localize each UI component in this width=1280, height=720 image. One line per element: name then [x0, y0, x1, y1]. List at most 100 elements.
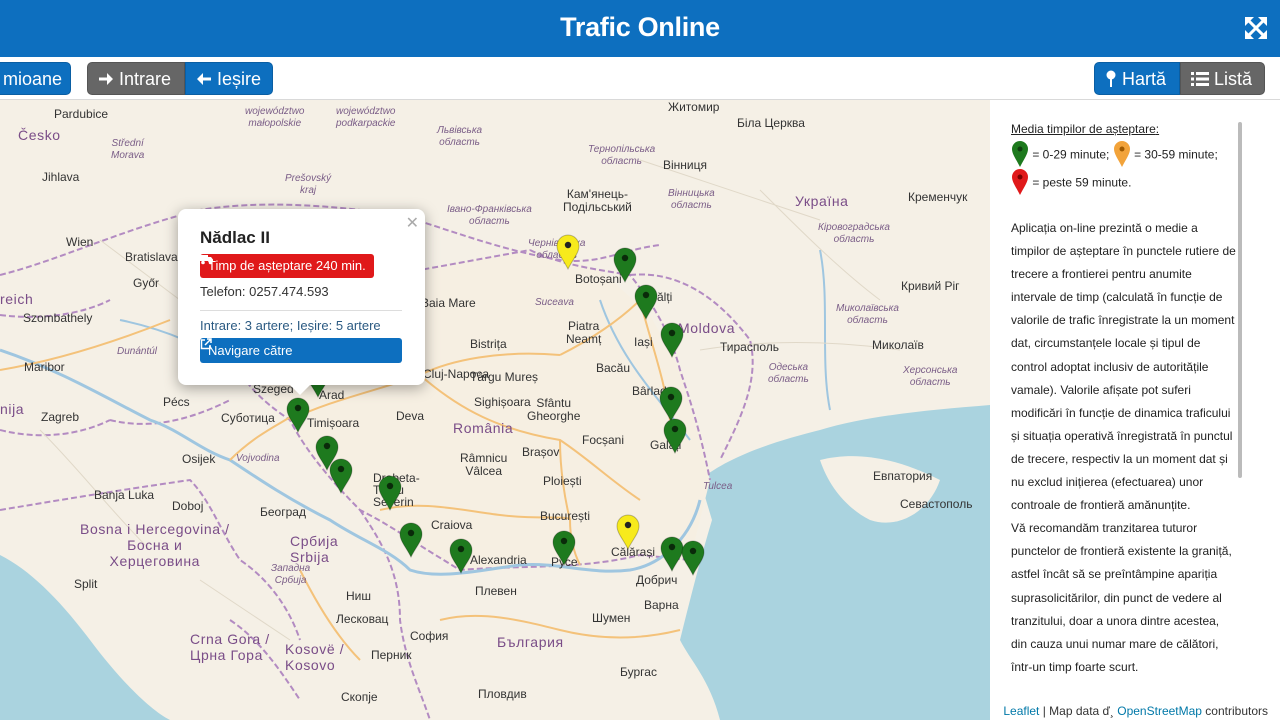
city-iasi: Iași: [634, 335, 653, 349]
city-ramnicu-valcea: Râmnicu Vâlcea: [460, 451, 508, 478]
navigate-label: Navigare către: [208, 343, 293, 358]
city-szombathely: Szombathely: [23, 311, 93, 325]
legend-red-label: = peste 59 minute.: [1032, 175, 1132, 190]
leaflet-link[interactable]: Leaflet: [1003, 704, 1039, 718]
pin-albita[interactable]: [658, 386, 684, 422]
info-paragraph-1: Aplicația on-line prezintă o medie a tim…: [1011, 221, 1236, 513]
external-link-icon: [200, 338, 212, 350]
legend-row-green-orange: = 0-29 minute; = 30-59 minute;: [1011, 140, 1218, 171]
region-podkarpackie: województwo podkarpackie: [336, 106, 396, 129]
city-piatra-neamt: Piatra Neamț: [566, 319, 602, 346]
city-subotica: Суботица: [221, 411, 275, 425]
iesire-label: Ieșire: [217, 69, 262, 89]
pin-sculeni[interactable]: [659, 322, 685, 358]
city-brasov: Brașov: [522, 445, 560, 459]
fullscreen-icon[interactable]: [1244, 16, 1268, 40]
city-pernik: Перник: [371, 648, 412, 662]
info-panel: Media timpilor de așteptare: = 0-29 minu…: [990, 100, 1280, 720]
pin-negru-voda[interactable]: [680, 540, 706, 576]
region-zapadna: Западна Србија: [271, 563, 311, 586]
country-montenegro: Crna Gora / Црна Гора: [190, 631, 270, 663]
map[interactable]: Житомир Біла Церква Вінниця Кам'янець- П…: [0, 100, 990, 720]
city-ploiesti: Ploiești: [543, 474, 582, 488]
toolbar: mioane Intrare Ieșire Hartă Listă: [0, 57, 1280, 102]
arrow-right-icon: [99, 73, 113, 85]
city-varna: Варна: [644, 598, 679, 612]
city-deva: Deva: [396, 409, 425, 423]
region-presov: Prešovský kraj: [285, 173, 332, 196]
pin-naidas[interactable]: [328, 458, 354, 494]
lista-label: Listă: [1214, 69, 1253, 89]
region-khersonska: Херсонська область: [903, 365, 958, 388]
city-cluj: Cluj-Napoca: [423, 367, 490, 381]
pin-galati[interactable]: [662, 418, 688, 454]
city-nish: Ниш: [346, 589, 371, 603]
city-beograd: Београд: [260, 505, 306, 519]
city-osijek: Osijek: [182, 452, 216, 466]
city-shumen: Шумен: [592, 611, 631, 625]
navigate-button[interactable]: Navigare către: [200, 338, 402, 363]
city-bistrita: Bistrița: [470, 337, 507, 351]
pin-stanca[interactable]: [633, 284, 659, 320]
region-ternopil: Тернопільська область: [588, 144, 656, 167]
city-bila-tserkva: Біла Церква: [737, 116, 805, 130]
contributors-text: contributors: [1201, 704, 1268, 718]
lista-button[interactable]: Listă: [1180, 62, 1265, 95]
wait-time-badge: Timp de așteptare 240 min.: [200, 254, 374, 278]
app-title: Trafic Online: [560, 12, 720, 42]
osm-link[interactable]: OpenStreetMap: [1117, 704, 1202, 718]
region-ivano: Івано-Франківська область: [447, 204, 532, 227]
scrollbar[interactable]: [1238, 122, 1242, 478]
red-pin-icon: [1011, 168, 1029, 199]
country-cesko: Česko: [18, 127, 61, 143]
app-header: Trafic Online: [0, 0, 1280, 57]
orange-pin-icon: [1113, 140, 1131, 171]
city-mykolaiv: Миколаїв: [872, 338, 924, 352]
camioane-button[interactable]: mioane: [0, 62, 71, 95]
country-romania: România: [453, 420, 514, 436]
city-zhytomyr: Житомир: [668, 100, 720, 114]
city-vinnytsia: Вінниця: [663, 158, 707, 172]
city-kamianets: Кам'янець- Подільський: [563, 187, 632, 214]
region-dunantul: Dunántúl: [117, 346, 158, 357]
pin-calafat[interactable]: [398, 522, 424, 558]
region-malopolskie: województwo małopolskie: [245, 106, 305, 129]
camioane-label: mioane: [3, 69, 63, 89]
city-jihlava: Jihlava: [42, 170, 80, 184]
city-tiraspol: Тирасполь: [720, 340, 780, 354]
city-tulcea: Tulcea: [703, 481, 733, 492]
city-timisoara: Timișoara: [307, 416, 360, 430]
pin-giurgiu[interactable]: [551, 530, 577, 566]
city-wien: Wien: [66, 235, 94, 249]
pin-cenad[interactable]: [285, 397, 311, 433]
map-data-text: | Map data ď¸: [1039, 704, 1118, 718]
iesire-button[interactable]: Ieșire: [185, 62, 273, 95]
city-banja-luka: Banja Luka: [94, 488, 155, 502]
region-vinnytska: Вінницька область: [668, 188, 715, 211]
legend-row-red: = peste 59 minute.: [1011, 168, 1131, 199]
city-split: Split: [74, 577, 98, 591]
city-bucuresti: București: [540, 509, 591, 523]
harta-button[interactable]: Hartă: [1094, 62, 1180, 95]
pin-vicovu[interactable]: [555, 234, 581, 270]
city-baia-mare: Baia Mare: [421, 296, 476, 310]
phone-number: Telefon: 0257.474.593: [200, 284, 329, 299]
pin-turnu-magurele[interactable]: [448, 538, 474, 574]
intrare-button[interactable]: Intrare: [87, 62, 185, 95]
pin-portile-de-fier[interactable]: [377, 475, 403, 511]
intrare-label: Intrare: [119, 69, 172, 89]
country-reich: reich: [0, 291, 34, 307]
pin-siret[interactable]: [612, 247, 638, 283]
city-sighisoara: Sighișoara: [474, 395, 531, 409]
city-plovdiv: Пловдив: [478, 687, 527, 701]
city-dobrich: Добрич: [636, 573, 678, 587]
region-kirovohrad: Кіровоградська область: [818, 222, 890, 245]
city-leskovac: Лесковац: [336, 612, 389, 626]
harta-label: Hartă: [1122, 69, 1167, 89]
city-bacau: Bacău: [596, 361, 631, 375]
city-kremenchuk: Кременчук: [908, 190, 968, 204]
truck-icon: [200, 255, 213, 265]
map-marker-icon: [1106, 70, 1116, 87]
close-icon[interactable]: ✕: [406, 213, 419, 233]
pin-calarasi[interactable]: [615, 514, 641, 550]
